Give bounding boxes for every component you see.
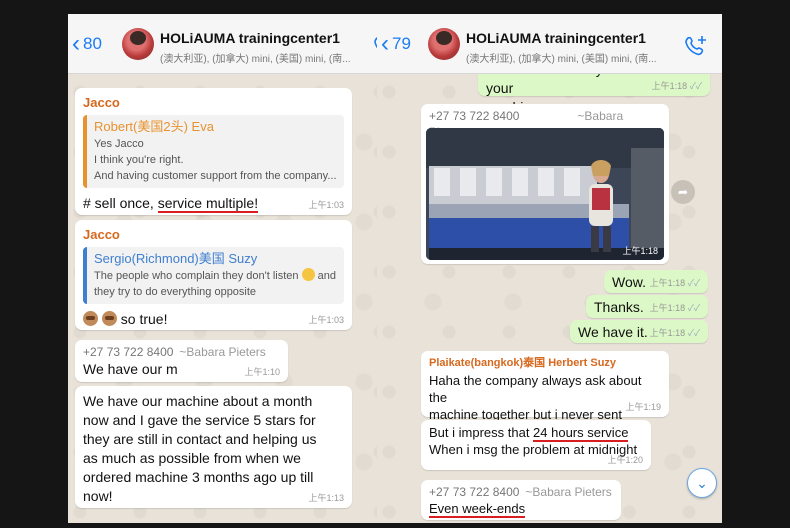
- message-text: # sell once, service multiple!: [83, 195, 259, 213]
- unread-count: 80: [83, 34, 102, 53]
- message-time: 上午1:18 ✓✓: [649, 278, 700, 288]
- message-time: 上午1:19: [625, 402, 661, 412]
- message-time: 上午1:03: [308, 315, 344, 325]
- group-avatar[interactable]: [428, 28, 460, 60]
- outgoing-message-have-it[interactable]: We have it. 上午1:18 ✓✓: [570, 320, 708, 343]
- group-name[interactable]: HOLiAUMA trainingcenter1: [160, 30, 340, 46]
- message-text: We have it.: [578, 324, 648, 340]
- message-text: Thanks.: [594, 299, 644, 315]
- right-chat-screenshot: Let us remember your face and your machi…: [377, 14, 722, 523]
- message-text: so true!: [83, 310, 344, 329]
- read-check-icon: ✓✓: [687, 303, 700, 313]
- group-name[interactable]: HOLiAUMA trainingcenter1: [466, 30, 646, 46]
- outgoing-message-thanks[interactable]: Thanks. 上午1:18 ✓✓: [586, 295, 708, 318]
- message-line: they are still in contact and helping us: [83, 431, 317, 447]
- read-check-icon: ✓✓: [689, 81, 702, 91]
- chevron-left-icon: ‹: [381, 30, 389, 57]
- message-text: Wow.: [612, 274, 646, 290]
- ear-emoji-icon: [301, 268, 315, 281]
- add-call-icon[interactable]: [683, 34, 709, 58]
- sender-alias: ~Babara Pieters: [525, 485, 612, 499]
- message-bubble-herbert[interactable]: Plaikate(bangkok)泰国 Herbert Suzy Haha th…: [421, 351, 669, 422]
- message-time: 上午1:13: [308, 493, 344, 503]
- sender-phone: +27 73 722 8400~Babara Pieters: [83, 345, 266, 359]
- message-bubble-babara-2[interactable]: We have our machine about a month now an…: [75, 386, 352, 508]
- left-chat-screenshot: ‹ 80 HOLiAUMA trainingcenter1 (澳大利亚), (加…: [68, 14, 413, 523]
- sender-name: Jacco: [83, 227, 120, 242]
- message-line: But i impress that 24 hours service: [429, 425, 629, 442]
- monkey-emoji-icon: [83, 311, 98, 326]
- quoted-line: And having customer support from the com…: [94, 170, 337, 182]
- quoted-line: they try to do everything opposite: [94, 286, 257, 298]
- message-line: now!: [83, 488, 113, 504]
- quoted-message[interactable]: Robert(美国2头) Eva Yes Jacco I think you'r…: [83, 115, 344, 188]
- photo-time: 上午1:18: [622, 246, 658, 256]
- chat-header: ‹ 79 HOLiAUMA trainingcenter1 (澳大利亚), (加…: [377, 14, 722, 74]
- message-line: now and I gave the service 5 stars for: [83, 412, 316, 428]
- scroll-down-button[interactable]: ⌄: [687, 468, 717, 498]
- unread-count: 79: [392, 34, 411, 53]
- sender-name: Plaikate(bangkok)泰国 Herbert Suzy: [429, 357, 617, 369]
- message-bubble-babara-1[interactable]: +27 73 722 8400 ~Babara Pieters We have o…: [75, 340, 288, 382]
- read-check-icon: ✓✓: [687, 328, 700, 338]
- quoted-sender: Robert(美国2头) Eva: [94, 119, 214, 134]
- back-button[interactable]: ‹ 79: [381, 30, 411, 57]
- outgoing-message-wow[interactable]: Wow. 上午1:18 ✓✓: [604, 270, 708, 293]
- message-bubble-jacco-1[interactable]: Jacco Robert(美国2头) Eva Yes Jacco I think…: [75, 88, 352, 215]
- message-time: 上午1:10: [244, 367, 280, 377]
- quoted-sender: Sergio(Richmond)美国 Suzy: [94, 251, 258, 266]
- message-time: 上午1:03: [308, 200, 344, 210]
- quoted-line: Yes Jacco: [94, 138, 144, 150]
- quoted-line: I think you're right.: [94, 154, 184, 166]
- highlighted-text: service multiple!: [157, 195, 259, 213]
- message-line: We have our machine about a month: [83, 393, 313, 409]
- message-time: 上午1:20: [607, 455, 643, 465]
- photo-message-babara[interactable]: +27 73 722 8400~Babara Pieters 上午1:18: [421, 104, 669, 264]
- message-time: 上午1:18 ✓✓: [649, 303, 700, 313]
- message-bubble-24-hours[interactable]: But i impress that 24 hours service When…: [421, 420, 651, 470]
- sender-phone: +27 73 722 8400~Babara Pieters: [429, 485, 612, 499]
- chevron-left-icon: ‹: [72, 30, 80, 57]
- group-members: (澳大利亚), (加拿大) mini, (美国) mini, (南...: [466, 54, 657, 65]
- highlighted-text: Even week-ends: [429, 501, 526, 518]
- message-time: 上午1:18 ✓✓: [649, 328, 700, 338]
- read-check-icon: ✓✓: [687, 278, 700, 288]
- chevron-down-icon: ⌄: [696, 474, 708, 491]
- group-avatar[interactable]: [122, 28, 154, 60]
- group-members: (澳大利亚), (加拿大) mini, (美国) mini, (南...: [160, 54, 351, 65]
- message-line: ordered machine 3 months ago up till: [83, 469, 314, 485]
- back-button[interactable]: ‹ 80: [72, 30, 102, 57]
- message-text: Even week-ends: [429, 500, 613, 518]
- message-line: as much as possible from when we: [83, 450, 301, 466]
- quoted-line: The people who complain they don't liste…: [94, 268, 336, 282]
- quoted-message[interactable]: Sergio(Richmond)美国 Suzy The people who c…: [83, 247, 344, 304]
- message-time: 上午1:18 ✓✓: [651, 81, 702, 91]
- sender-name: Jacco: [83, 95, 120, 110]
- message-bubble-jacco-2[interactable]: Jacco Sergio(Richmond)美国 Suzy The people…: [75, 220, 352, 330]
- message-bubble-weekends[interactable]: +27 73 722 8400 ~Babara Pieters Even week…: [421, 480, 621, 520]
- highlighted-text: 24 hours service: [533, 425, 629, 442]
- monkey-emoji-icon: [101, 311, 117, 326]
- forward-icon[interactable]: ➦: [671, 180, 695, 204]
- sender-alias: ~Babara Pieters: [179, 345, 266, 359]
- shared-photo[interactable]: 上午1:18: [426, 128, 664, 260]
- chat-header: ‹ 80 HOLiAUMA trainingcenter1 (澳大利亚), (加…: [68, 14, 413, 74]
- embroidery-machine-photo: [426, 128, 664, 260]
